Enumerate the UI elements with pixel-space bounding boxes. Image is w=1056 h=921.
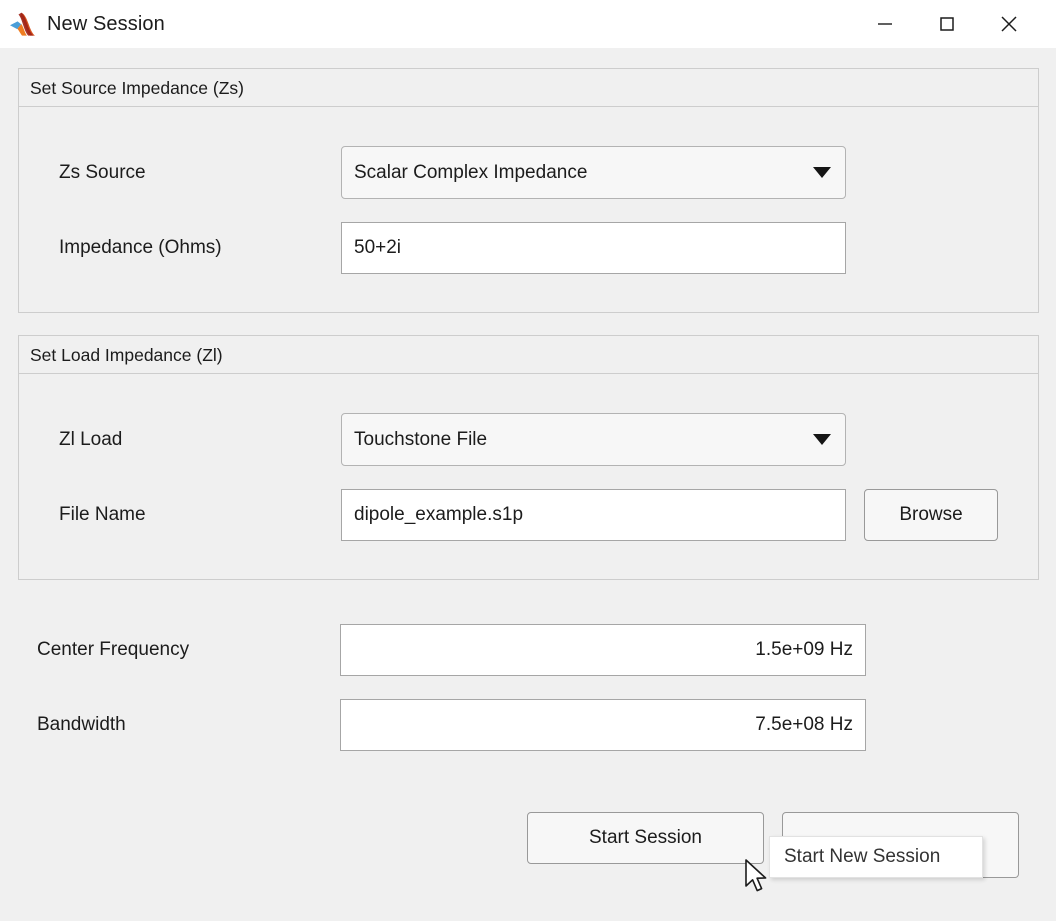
bandwidth-input[interactable]: 7.5e+08 Hz — [340, 699, 866, 751]
bandwidth-value: 7.5e+08 Hz — [755, 714, 853, 736]
matlab-logo-icon — [9, 10, 39, 38]
impedance-input[interactable]: 50+2i — [341, 222, 846, 274]
window-controls — [854, 0, 1056, 48]
zs-source-dropdown[interactable]: Scalar Complex Impedance — [341, 146, 846, 199]
window-titlebar: New Session — [0, 0, 1056, 48]
maximize-button[interactable] — [916, 0, 978, 48]
source-panel-title: Set Source Impedance (Zs) — [19, 69, 1038, 107]
chevron-down-icon — [813, 434, 831, 445]
start-session-tooltip: Start New Session — [769, 836, 983, 878]
start-session-button[interactable]: Start Session — [527, 812, 764, 864]
close-icon — [997, 12, 1021, 36]
zl-load-dropdown[interactable]: Touchstone File — [341, 413, 846, 466]
zs-source-value: Scalar Complex Impedance — [354, 162, 813, 184]
impedance-value: 50+2i — [354, 237, 401, 259]
browse-button[interactable]: Browse — [864, 489, 998, 541]
bandwidth-label: Bandwidth — [37, 714, 126, 736]
minimize-button[interactable] — [854, 0, 916, 48]
load-panel-title: Set Load Impedance (Zl) — [19, 336, 1038, 374]
file-name-value: dipole_example.s1p — [354, 504, 523, 526]
center-frequency-value: 1.5e+09 Hz — [755, 639, 853, 661]
center-frequency-label: Center Frequency — [37, 639, 189, 661]
file-name-label: File Name — [59, 504, 146, 526]
impedance-label: Impedance (Ohms) — [59, 237, 222, 259]
zl-load-value: Touchstone File — [354, 429, 813, 451]
maximize-icon — [936, 13, 958, 35]
center-frequency-input[interactable]: 1.5e+09 Hz — [340, 624, 866, 676]
minimize-icon — [874, 13, 896, 35]
zs-source-label: Zs Source — [59, 162, 146, 184]
file-name-input[interactable]: dipole_example.s1p — [341, 489, 846, 541]
zl-load-label: Zl Load — [59, 429, 122, 451]
window-title: New Session — [47, 13, 165, 36]
chevron-down-icon — [813, 167, 831, 178]
close-button[interactable] — [978, 0, 1040, 48]
